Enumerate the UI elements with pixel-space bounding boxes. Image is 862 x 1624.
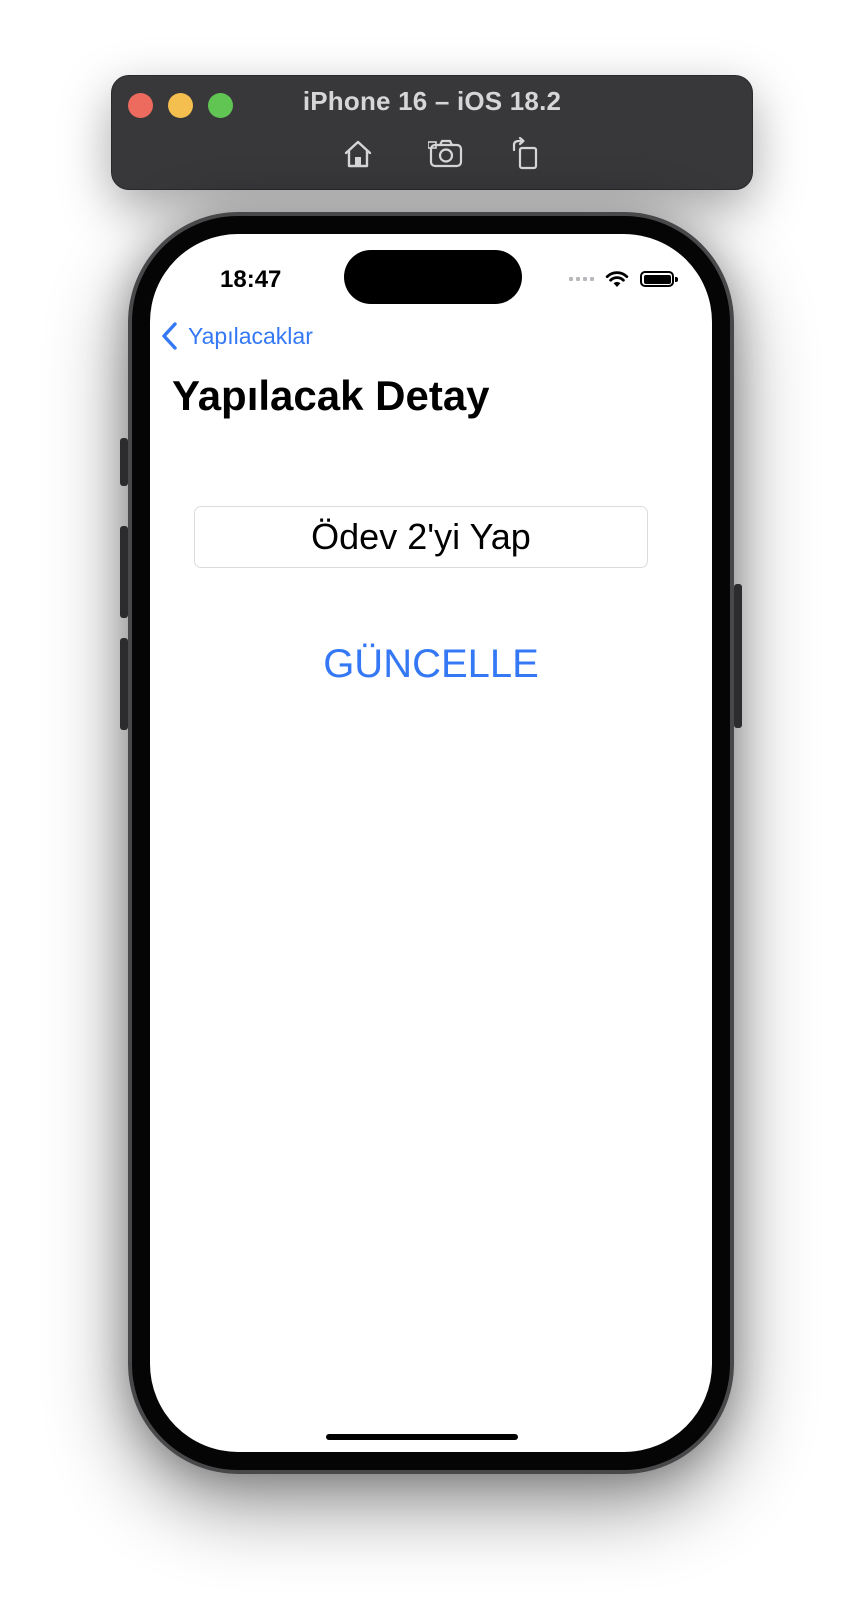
simulator-tools [112, 136, 752, 172]
battery-cap [675, 277, 678, 282]
phone-bezel: 18:47 Yapılacaklar Yapılacak Detay Ödev … [132, 216, 730, 1470]
home-icon[interactable] [340, 136, 376, 172]
phone-screen: 18:47 Yapılacaklar Yapılacak Detay Ödev … [150, 234, 712, 1452]
power-button[interactable] [734, 584, 742, 728]
todo-text-field[interactable]: Ödev 2'yi Yap [194, 506, 648, 568]
status-icons [569, 264, 678, 294]
back-button[interactable]: Yapılacaklar [160, 318, 313, 354]
stage: iPhone 16 – iOS 18.2 18:47 Yapılacaklar … [0, 0, 862, 1624]
action-button[interactable] [120, 438, 128, 486]
page-title: Yapılacak Detay [172, 372, 490, 419]
home-indicator[interactable] [326, 1434, 518, 1440]
status-time: 18:47 [220, 266, 282, 293]
back-button-label: Yapılacaklar [188, 322, 313, 349]
simulator-title: iPhone 16 – iOS 18.2 [302, 86, 562, 116]
cellular-icon [569, 277, 594, 281]
chevron-left-icon [160, 321, 180, 351]
volume-down-button[interactable] [120, 638, 128, 730]
simulator-toolbar: iPhone 16 – iOS 18.2 [111, 75, 753, 190]
rotate-icon[interactable] [507, 136, 543, 172]
update-button[interactable]: GÜNCELLE [150, 642, 712, 687]
volume-up-button[interactable] [120, 526, 128, 618]
phone-frame: 18:47 Yapılacaklar Yapılacak Detay Ödev … [128, 212, 734, 1474]
screenshot-icon[interactable] [427, 136, 464, 172]
dynamic-island [344, 250, 522, 304]
battery-level [643, 274, 671, 284]
wifi-icon [604, 269, 630, 289]
battery-icon [640, 271, 678, 287]
